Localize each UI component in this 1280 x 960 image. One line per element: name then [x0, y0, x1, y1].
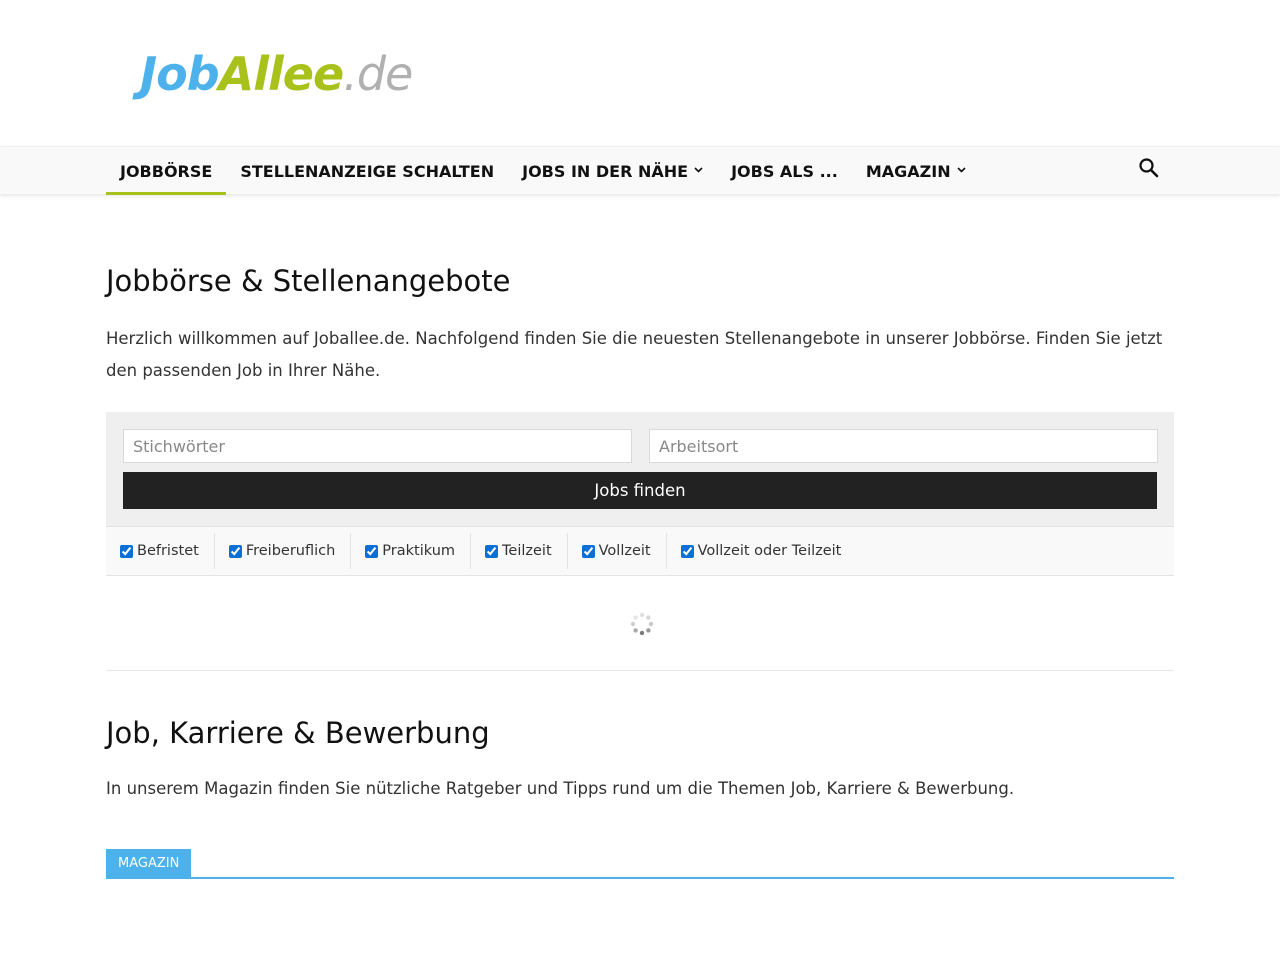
main-navigation: JOBBÖRSE STELLENANZEIGE SCHALTEN JOBS IN…: [0, 146, 1280, 195]
nav-item-jobs-in-der-naehe[interactable]: JOBS IN DER NÄHE: [508, 147, 717, 195]
chevron-down-icon: [694, 165, 703, 176]
loading-spinner-icon: [630, 612, 654, 636]
nav-item-label: MAGAZIN: [865, 161, 951, 181]
filter-vollzeit-oder-teilzeit[interactable]: Vollzeit oder Teilzeit: [667, 533, 857, 569]
job-search-form: Jobs finden: [106, 412, 1174, 526]
filter-freiberuflich[interactable]: Freiberuflich: [215, 533, 352, 569]
nav-item-jobboerse[interactable]: JOBBÖRSE: [106, 147, 227, 195]
nav-item-stellenanzeige-schalten[interactable]: STELLENANZEIGE SCHALTEN: [226, 147, 508, 195]
chevron-down-icon: [957, 165, 966, 176]
nav-item-jobs-als[interactable]: JOBS ALS ...: [717, 147, 852, 195]
site-header: JobAllee.de: [0, 0, 1280, 146]
find-jobs-button[interactable]: Jobs finden: [123, 472, 1157, 509]
filter-checkbox[interactable]: [228, 544, 242, 558]
filter-label: Vollzeit: [598, 543, 651, 559]
nav-item-label: JOBS IN DER NÄHE: [522, 161, 689, 181]
filter-befristet[interactable]: Befristet: [106, 533, 215, 569]
page-intro: Herzlich willkommen auf Joballee.de. Nac…: [106, 329, 1163, 380]
site-logo[interactable]: JobAllee.de: [140, 46, 413, 102]
filter-praktikum[interactable]: Praktikum: [351, 533, 472, 569]
nav-item-label: STELLENANZEIGE SCHALTEN: [240, 161, 495, 181]
nav-menu: JOBBÖRSE STELLENANZEIGE SCHALTEN JOBS IN…: [106, 147, 980, 195]
magazine-tag-link[interactable]: MAGAZIN: [106, 849, 192, 877]
filter-checkbox[interactable]: [365, 544, 379, 558]
filter-label: Praktikum: [382, 543, 456, 559]
magazine-section-title: Job, Karriere & Bewerbung: [106, 716, 490, 750]
magazine-intro: In unserem Magazin finden Sie nützliche …: [106, 779, 1015, 798]
keywords-input[interactable]: [123, 429, 632, 463]
filter-label: Freiberuflich: [245, 543, 336, 559]
logo-part-tld: .de: [343, 47, 413, 101]
filter-checkbox[interactable]: [581, 544, 595, 558]
filter-checkbox[interactable]: [485, 544, 499, 558]
magazine-block-header: MAGAZIN: [106, 849, 1174, 879]
filter-label: Teilzeit: [502, 543, 552, 559]
filter-vollzeit[interactable]: Vollzeit: [568, 533, 667, 569]
filter-checkbox[interactable]: [120, 544, 133, 558]
filter-label: Befristet: [137, 543, 199, 559]
nav-item-magazin[interactable]: MAGAZIN: [852, 147, 980, 195]
filter-checkbox[interactable]: [680, 544, 694, 558]
section-divider: [106, 670, 1174, 671]
filter-teilzeit[interactable]: Teilzeit: [471, 533, 568, 569]
logo-part-allee: Allee: [218, 47, 345, 101]
job-type-filters: Befristet Freiberuflich Praktikum Teilze…: [106, 526, 1174, 576]
filter-label: Vollzeit oder Teilzeit: [697, 543, 842, 559]
nav-item-label: JOBBÖRSE: [120, 161, 213, 181]
logo-part-job: Job: [140, 47, 220, 101]
nav-item-label: JOBS ALS ...: [731, 161, 838, 181]
search-icon[interactable]: [1138, 157, 1162, 183]
page-title: Jobbörse & Stellenangebote: [106, 264, 511, 298]
location-input[interactable]: [649, 429, 1158, 463]
